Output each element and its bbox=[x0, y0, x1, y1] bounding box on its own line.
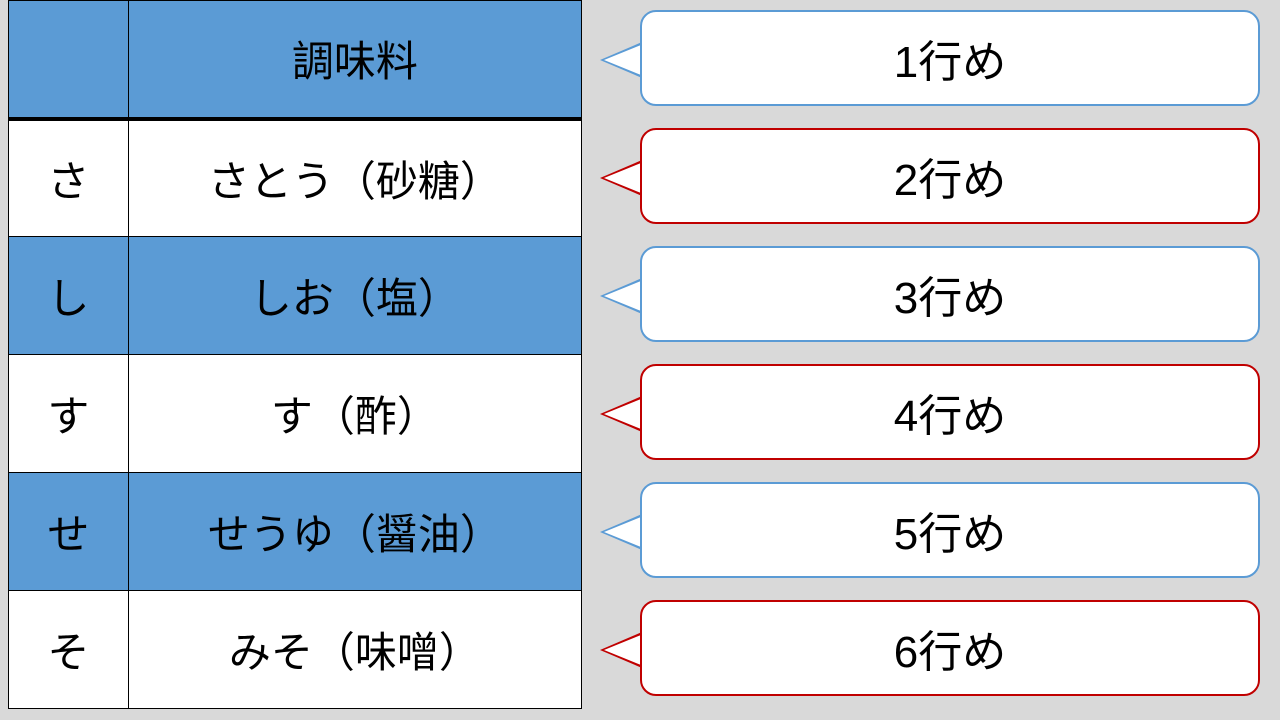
row-callout: 6行め bbox=[640, 600, 1260, 696]
row-callout: 2行め bbox=[640, 128, 1260, 224]
kana-cell: せ bbox=[9, 473, 129, 591]
callout-label: 6行め bbox=[894, 616, 1006, 680]
table-row: し しお（塩） bbox=[9, 237, 582, 355]
callout-label: 3行め bbox=[894, 262, 1006, 326]
diagram-stage: 調味料 さ さとう（砂糖） し しお（塩） す す（酢） せ せうゆ（醤油） そ… bbox=[0, 0, 1280, 720]
name-cell: さとう（砂糖） bbox=[128, 119, 581, 237]
callout-tail-fill bbox=[604, 281, 641, 311]
callout-tail-fill bbox=[604, 163, 641, 193]
kana-cell: す bbox=[9, 355, 129, 473]
callout-label: 2行め bbox=[894, 144, 1006, 208]
name-cell: せうゆ（醤油） bbox=[128, 473, 581, 591]
header-name-cell: 調味料 bbox=[128, 1, 581, 119]
table-row: そ みそ（味噌） bbox=[9, 591, 582, 709]
callout-tail-fill bbox=[604, 635, 641, 665]
callout-tail-fill bbox=[604, 45, 641, 75]
row-callout: 3行め bbox=[640, 246, 1260, 342]
table-row: さ さとう（砂糖） bbox=[9, 119, 582, 237]
row-callout: 4行め bbox=[640, 364, 1260, 460]
table-row: せ せうゆ（醤油） bbox=[9, 473, 582, 591]
name-cell: しお（塩） bbox=[128, 237, 581, 355]
header-kana-cell bbox=[9, 1, 129, 119]
kana-cell: そ bbox=[9, 591, 129, 709]
name-cell: す（酢） bbox=[128, 355, 581, 473]
table-header-row: 調味料 bbox=[9, 1, 582, 119]
callout-tail-fill bbox=[604, 517, 641, 547]
kana-cell: し bbox=[9, 237, 129, 355]
callout-label: 5行め bbox=[894, 498, 1006, 562]
table-row: す す（酢） bbox=[9, 355, 582, 473]
name-cell: みそ（味噌） bbox=[128, 591, 581, 709]
callout-label: 1行め bbox=[894, 26, 1006, 90]
callout-tail-fill bbox=[604, 399, 641, 429]
row-callout: 5行め bbox=[640, 482, 1260, 578]
kana-cell: さ bbox=[9, 119, 129, 237]
row-callout: 1行め bbox=[640, 10, 1260, 106]
callout-label: 4行め bbox=[894, 380, 1006, 444]
seasoning-table: 調味料 さ さとう（砂糖） し しお（塩） す す（酢） せ せうゆ（醤油） そ… bbox=[8, 0, 582, 709]
